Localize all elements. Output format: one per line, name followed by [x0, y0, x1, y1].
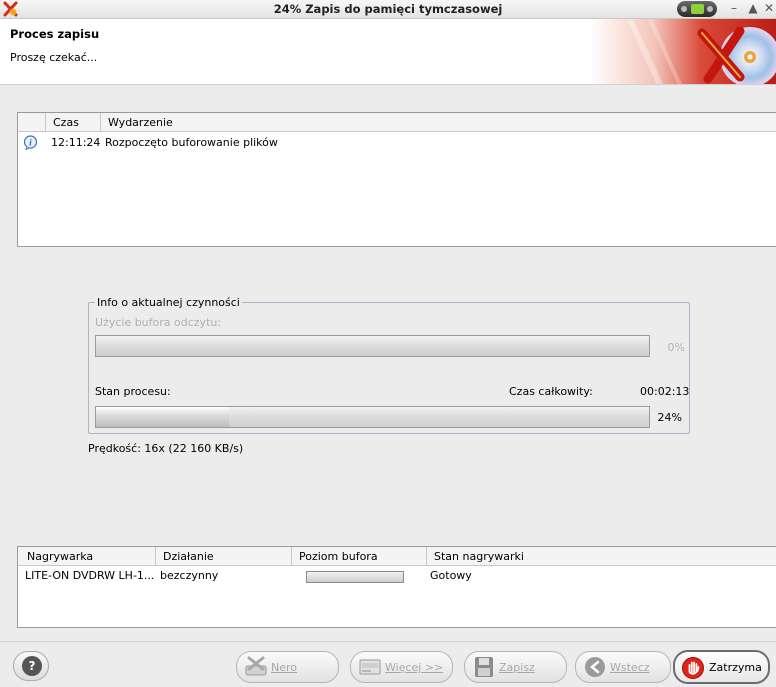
nero-button[interactable]: Nero [236, 651, 339, 683]
column-buffer-level[interactable]: Poziom bufora [291, 547, 427, 566]
read-buffer-label: Użycie bufora odczytu: [95, 316, 222, 329]
title-bar: 24% Zapis do pamięci tymczasowej – ▲ ✕ [0, 0, 776, 19]
column-recorder[interactable]: Nagrywarka [20, 547, 156, 566]
event-row[interactable]: i 12:11:24 Rozpoczęto buforowanie plików [18, 134, 776, 152]
wizard-header: Proces zapisu Proszę czekać... [0, 19, 776, 85]
speed-label: Prędkość: 16x (22 160 KB/s) [88, 442, 244, 455]
nero-burn-icon [245, 656, 267, 676]
minimize-button[interactable]: – [725, 0, 743, 18]
save-disk-icon [475, 657, 493, 677]
info-icon: i [23, 135, 38, 150]
nero-logo-art [590, 19, 776, 84]
page-subtitle: Proszę czekać... [10, 51, 98, 64]
event-log-list[interactable]: Czas Wydarzenie i 12:11:24 Rozpoczęto bu… [17, 112, 776, 247]
more-options-icon [359, 659, 381, 675]
nero-button-label: Nero [271, 661, 298, 674]
back-arrow-icon [585, 657, 605, 677]
event-text: Rozpoczęto buforowanie plików [105, 136, 278, 149]
column-time[interactable]: Czas [45, 113, 101, 132]
stop-hand-icon [682, 657, 704, 679]
more-button-label: Więcej >> [385, 661, 444, 674]
column-event[interactable]: Wydarzenie [100, 113, 776, 132]
nvidia-badge-icon[interactable] [677, 1, 717, 17]
recorder-action: bezczynny [160, 569, 219, 582]
back-button[interactable]: Wstecz [575, 651, 671, 683]
recorder-list-header: Nagrywarka Działanie Poziom bufora Stan … [18, 547, 776, 566]
process-percent: 24% [657, 411, 682, 424]
recorder-name: LITE-ON DVDRW LH-1... [25, 569, 155, 582]
recorder-status: Gotowy [430, 569, 472, 582]
read-buffer-progress [95, 335, 650, 357]
event-time: 12:11:24 [51, 136, 101, 149]
help-icon: ? [22, 656, 42, 676]
stop-button[interactable]: Zatrzyma [673, 650, 770, 684]
read-buffer-percent: 0% [667, 341, 685, 354]
stop-button-label: Zatrzyma [709, 661, 762, 674]
column-action[interactable]: Działanie [155, 547, 292, 566]
back-button-label: Wstecz [610, 661, 650, 674]
column-recorder-status[interactable]: Stan nagrywarki [426, 547, 776, 566]
event-log-header: Czas Wydarzenie [18, 113, 776, 132]
total-time-value: 00:02:13 [640, 385, 690, 398]
process-progress [95, 406, 650, 428]
window-title: 24% Zapis do pamięci tymczasowej [273, 2, 503, 16]
save-button-label: Zapisz [499, 661, 535, 674]
close-button[interactable]: ✕ [760, 0, 776, 18]
recorder-row[interactable]: LITE-ON DVDRW LH-1... bezczynny Gotowy [18, 567, 776, 585]
help-button[interactable]: ? [13, 651, 49, 681]
process-fill [96, 407, 229, 427]
recorder-buffer-bar [306, 571, 404, 583]
process-label: Stan procesu: [95, 385, 171, 398]
total-time-label: Czas całkowity: [509, 385, 593, 398]
more-button[interactable]: Więcej >> [350, 651, 453, 683]
page-title: Proces zapisu [10, 27, 100, 41]
save-button[interactable]: Zapisz [464, 651, 567, 683]
recorder-list[interactable]: Nagrywarka Działanie Poziom bufora Stan … [17, 546, 776, 628]
current-activity-legend: Info o aktualnej czynności [95, 296, 242, 309]
